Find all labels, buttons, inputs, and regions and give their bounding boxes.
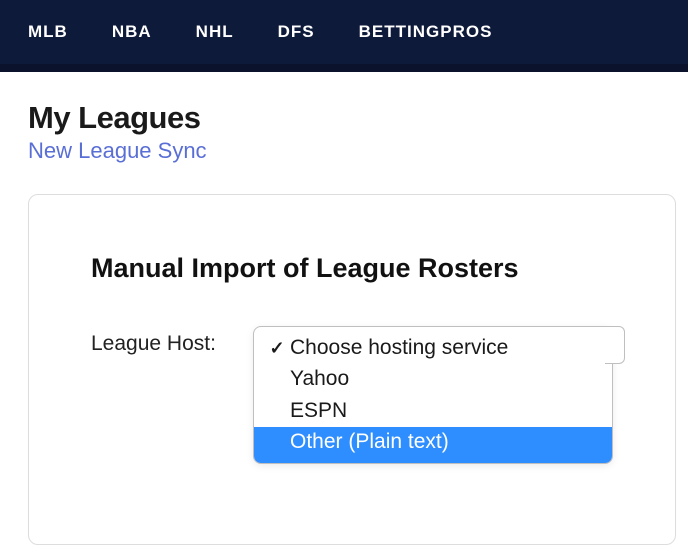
dropdown-option-yahoo[interactable]: Yahoo <box>254 363 612 395</box>
checkmark-icon: ✓ <box>264 338 290 359</box>
dropdown-option-label: Choose hosting service <box>290 336 508 360</box>
top-nav: MLB NBA NHL DFS BETTINGPROS <box>0 0 688 72</box>
page-title: My Leagues <box>28 100 676 136</box>
dropdown-option-label: Yahoo <box>290 367 349 391</box>
nav-item-dfs[interactable]: DFS <box>278 22 315 42</box>
dropdown-option-label: ESPN <box>290 399 347 423</box>
dropdown-option-other[interactable]: Other (Plain text) <box>254 427 612 463</box>
nav-item-nba[interactable]: NBA <box>112 22 152 42</box>
league-host-label: League Host: <box>91 326 235 356</box>
import-card: Manual Import of League Rosters League H… <box>28 194 676 545</box>
page-body: My Leagues New League Sync Manual Import… <box>0 72 688 545</box>
nav-item-nhl[interactable]: NHL <box>196 22 234 42</box>
card-heading: Manual Import of League Rosters <box>91 253 613 284</box>
dropdown-option-choose[interactable]: ✓ Choose hosting service <box>254 327 612 363</box>
dropdown-option-espn[interactable]: ESPN <box>254 395 612 427</box>
league-host-select-wrap: ✓ Choose hosting service Yahoo ESPN Othe… <box>253 326 613 464</box>
league-host-dropdown[interactable]: ✓ Choose hosting service Yahoo ESPN Othe… <box>253 326 613 464</box>
select-right-edge <box>605 326 625 364</box>
new-league-sync-link[interactable]: New League Sync <box>28 138 676 164</box>
nav-item-bettingpros[interactable]: BETTINGPROS <box>359 22 493 42</box>
nav-item-mlb[interactable]: MLB <box>28 22 68 42</box>
dropdown-option-label: Other (Plain text) <box>290 430 449 454</box>
league-host-row: League Host: ✓ Choose hosting service Ya… <box>91 326 613 464</box>
